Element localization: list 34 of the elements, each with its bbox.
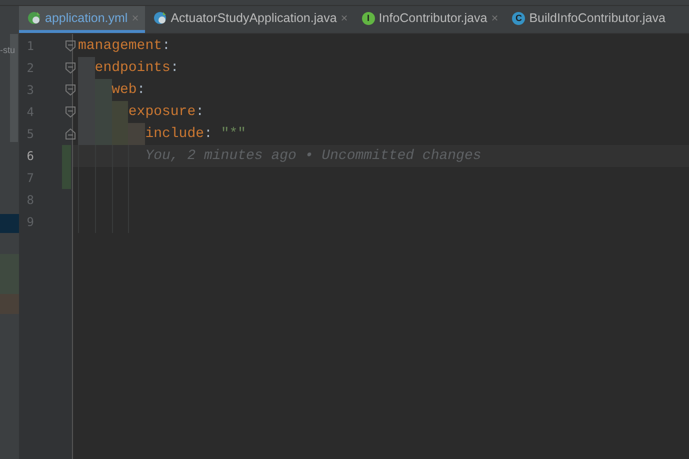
yaml-key: management [78, 38, 162, 54]
interface-icon: I [362, 12, 375, 24]
editor-tab[interactable]: C BuildInfoContributor.java [504, 6, 672, 33]
colon: : [196, 104, 204, 120]
fold-icon[interactable] [65, 62, 76, 74]
editor-tab[interactable]: ActuatorStudyApplication.java × [144, 6, 354, 33]
indent-guide [94, 79, 112, 101]
yaml-key: web [112, 82, 137, 98]
yaml-key: exposure [128, 104, 196, 120]
editor-tab[interactable]: I InfoContributor.java × [354, 6, 504, 33]
colon: : [162, 38, 170, 54]
string-value: "*" [220, 126, 246, 142]
line-number: 6 [26, 149, 34, 163]
fold-icon[interactable] [65, 84, 76, 96]
project-tree-text: -stu [0, 45, 16, 55]
colon: : [136, 82, 146, 98]
colon: : [170, 60, 179, 76]
indent-guide [78, 57, 95, 79]
colon: : [204, 126, 212, 142]
yaml-key: endpoints [94, 60, 170, 76]
change-marker [62, 145, 71, 189]
fold-icon[interactable] [65, 106, 76, 118]
indent-guide [128, 123, 146, 145]
fold-icon[interactable] [65, 40, 76, 52]
indent-guide [78, 123, 95, 145]
editor-tab[interactable]: application.yml × [19, 6, 145, 33]
yaml-key: include [145, 126, 204, 142]
close-tab-button[interactable]: × [491, 11, 498, 25]
class-icon: C [512, 12, 526, 24]
fold-icon[interactable] [65, 128, 76, 140]
indent-guide [112, 101, 128, 123]
close-tab-button[interactable]: × [340, 11, 348, 25]
close-tab-button[interactable]: × [132, 11, 139, 25]
indent-guide [112, 123, 128, 145]
